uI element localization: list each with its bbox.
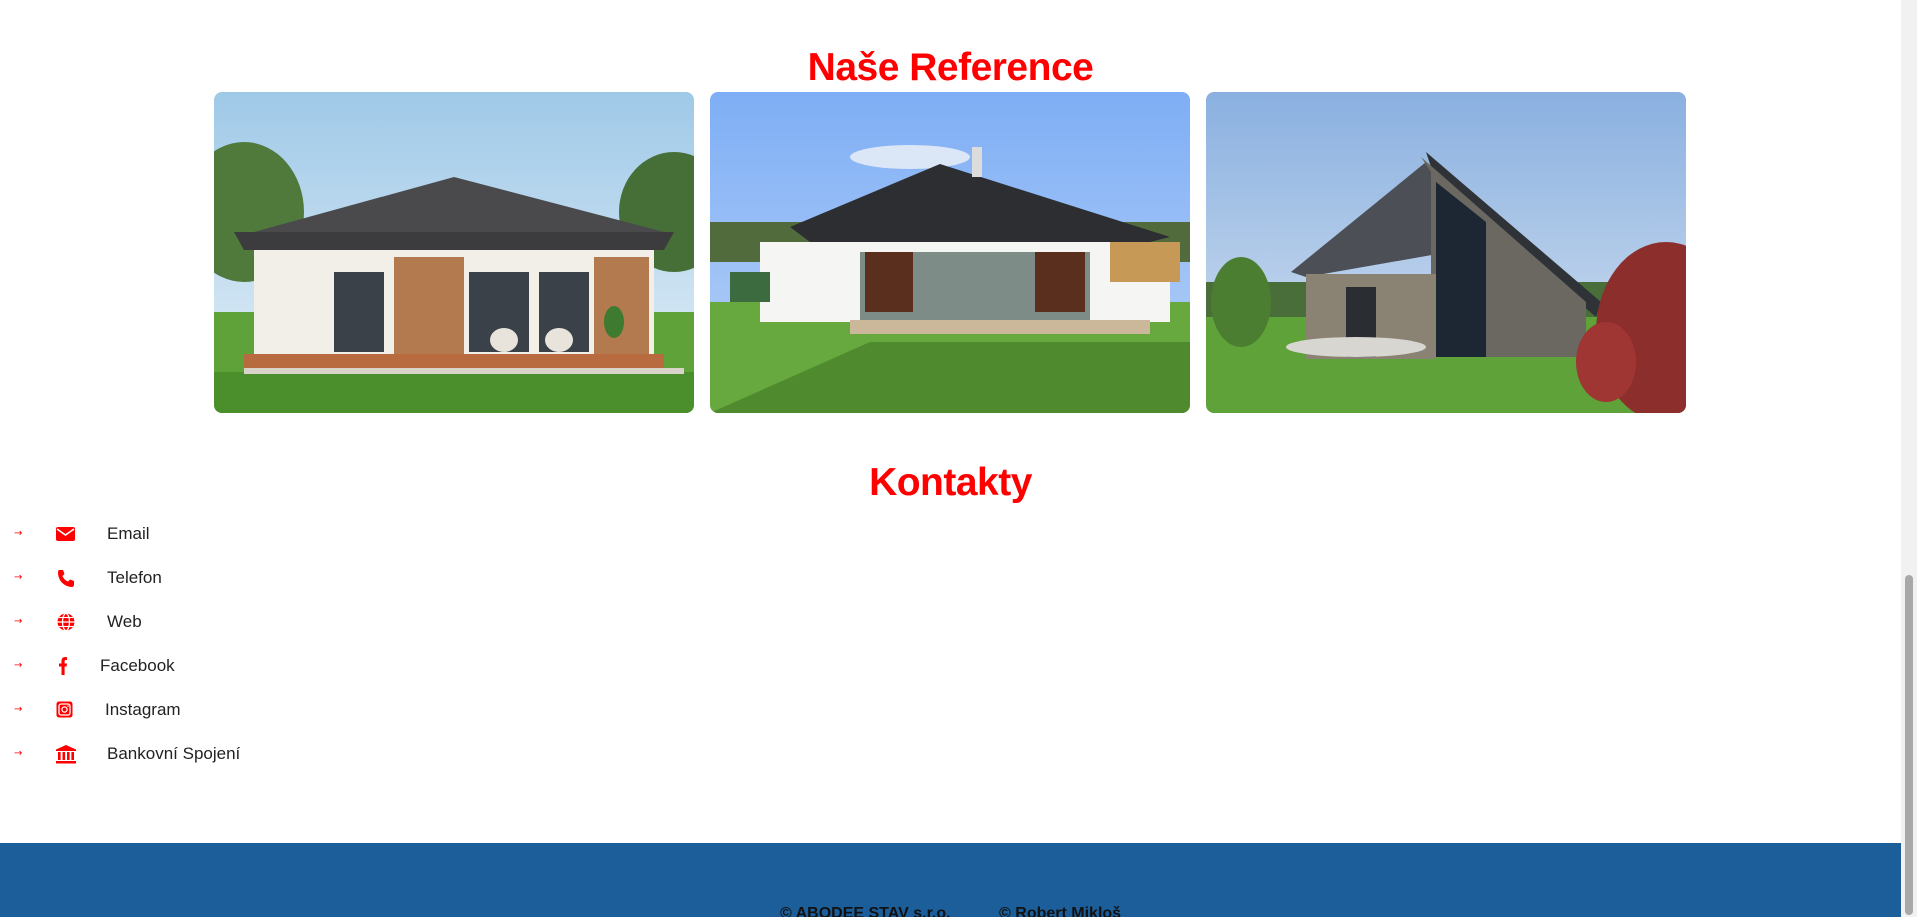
instagram-icon <box>56 701 73 718</box>
contact-item-phone[interactable]: → Telefon <box>0 564 400 594</box>
arrow-icon: → <box>14 748 23 759</box>
contacts-title: Kontakty <box>869 461 1032 504</box>
contact-label-phone: Telefon <box>107 568 162 587</box>
references-title: Naše Reference <box>807 46 1094 89</box>
arrow-icon: → <box>14 704 23 715</box>
arrow-icon: → <box>14 572 23 583</box>
footer: © ABODEE STAV s.r.o. © Robert Mikloš <box>0 843 1901 917</box>
reference-photo-white-house[interactable] <box>710 92 1190 413</box>
contact-item-email[interactable]: → Email <box>0 520 400 550</box>
facebook-icon <box>59 657 67 675</box>
footer-author: © Robert Mikloš <box>999 905 1122 917</box>
page: Naše Reference Kontakty → Email → Telefo… <box>0 0 1917 917</box>
contact-label-email: Email <box>107 524 150 543</box>
contact-item-bank[interactable]: → Bankovní Spojení <box>0 740 400 770</box>
contact-label-facebook: Facebook <box>100 656 175 675</box>
contact-label-web: Web <box>107 612 142 631</box>
contact-label-bank: Bankovní Spojení <box>107 744 241 763</box>
arrow-icon: → <box>14 616 23 627</box>
arrow-icon: → <box>14 660 23 671</box>
contact-item-instagram[interactable]: → Instagram <box>0 696 400 726</box>
scrollbar-thumb[interactable] <box>1905 575 1913 915</box>
phone-icon <box>58 570 74 587</box>
footer-company: © ABODEE STAV s.r.o. <box>779 905 951 917</box>
reference-photo-bungalow[interactable] <box>214 92 694 413</box>
contact-item-web[interactable]: → Web <box>0 608 400 638</box>
bank-icon <box>56 745 76 764</box>
envelope-icon <box>56 527 75 541</box>
contact-label-instagram: Instagram <box>105 700 181 719</box>
globe-icon <box>57 612 75 632</box>
arrow-icon: → <box>14 528 23 539</box>
footer-copyright: © ABODEE STAV s.r.o. © Robert Mikloš <box>0 905 1901 917</box>
page-scrollbar[interactable] <box>1901 0 1917 917</box>
contact-item-facebook[interactable]: → Facebook <box>0 652 400 682</box>
references-gallery <box>214 92 1686 413</box>
reference-photo-stone-house[interactable] <box>1206 92 1686 413</box>
main-content: Naše Reference Kontakty → Email → Telefo… <box>0 0 1901 917</box>
